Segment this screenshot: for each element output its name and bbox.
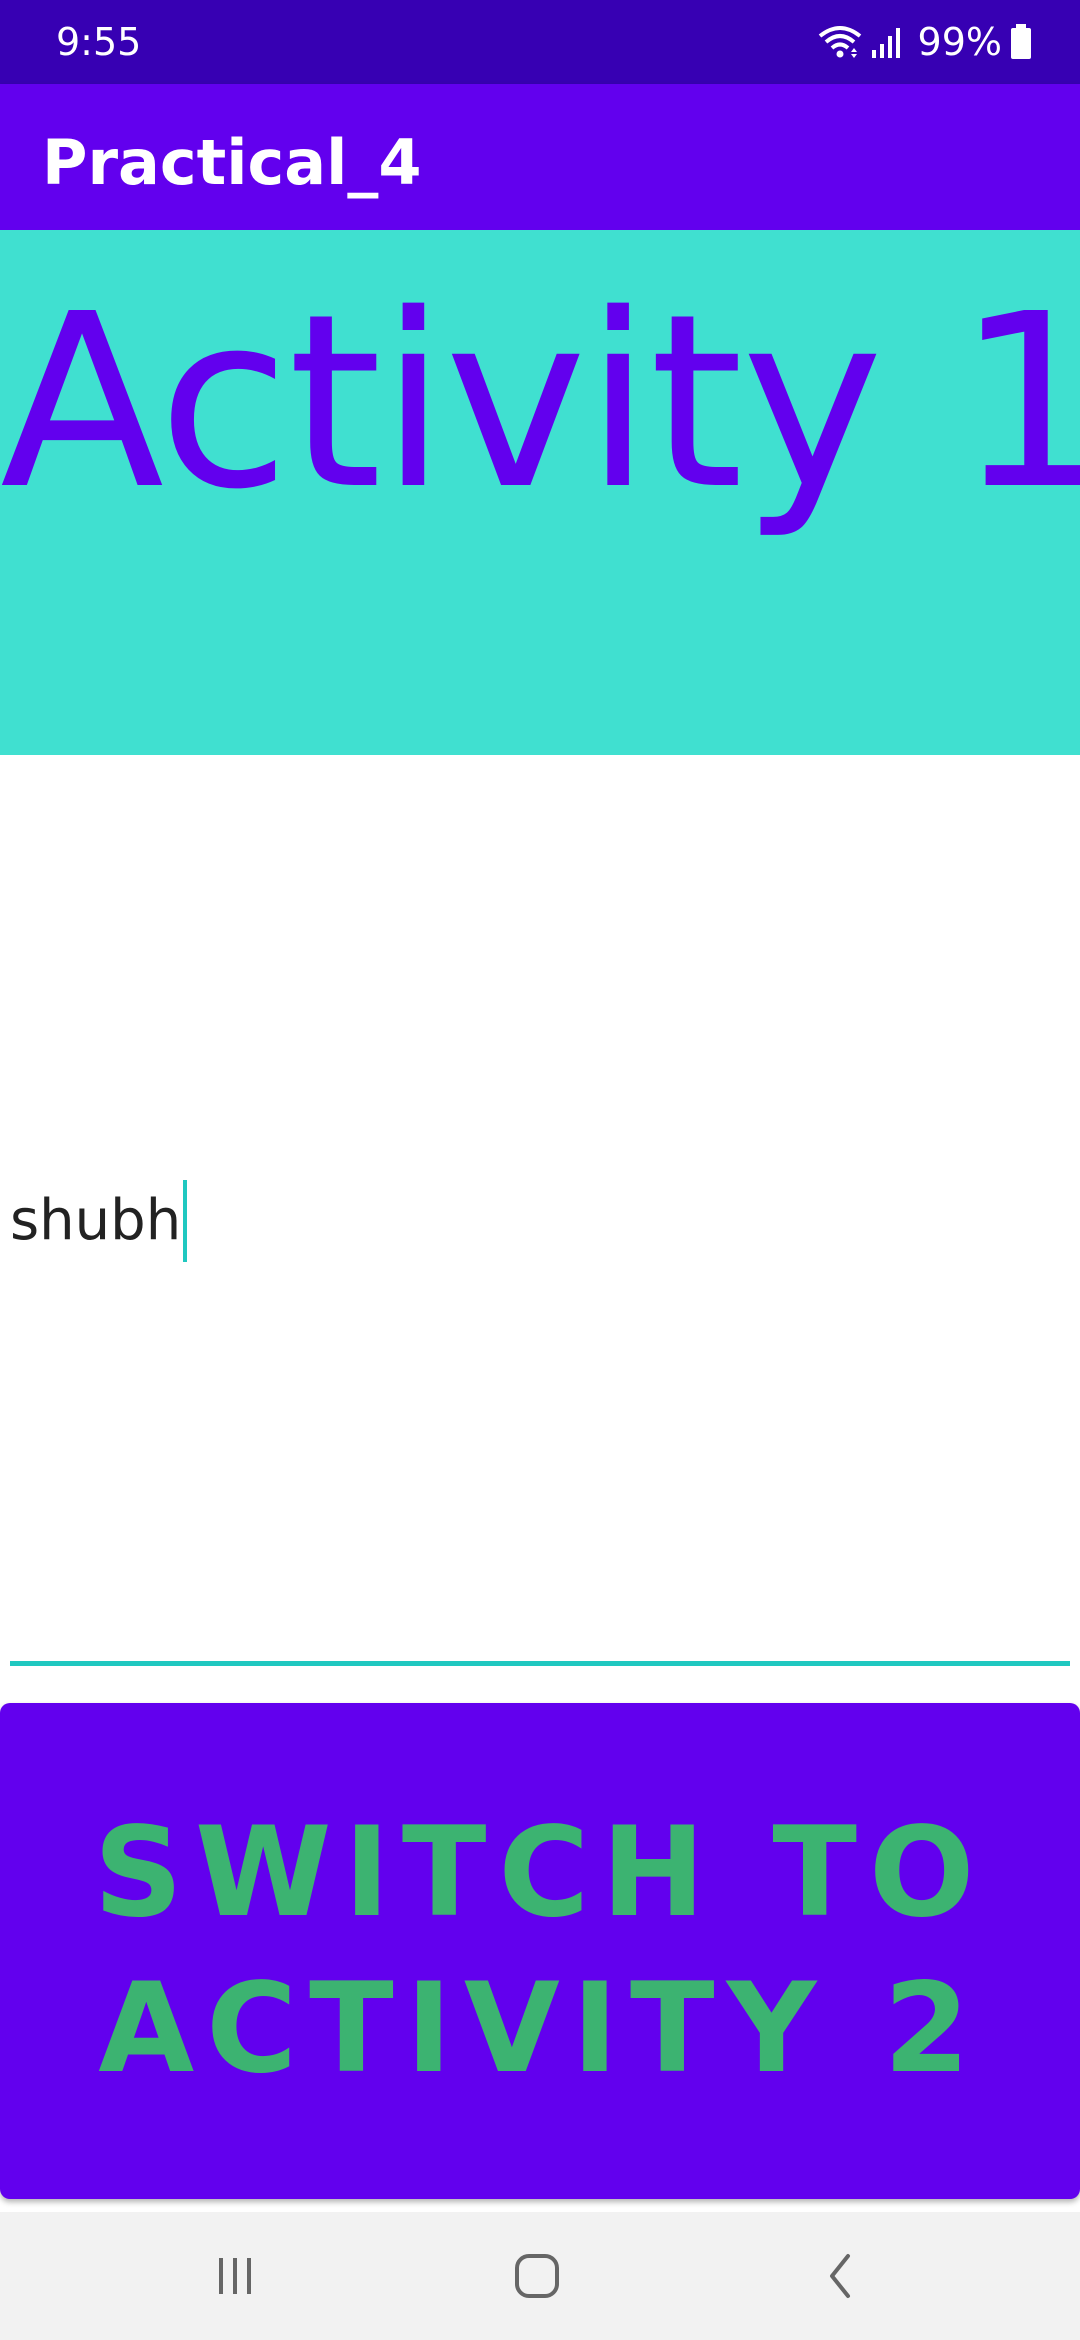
name-input-value: shubh: [10, 1188, 182, 1253]
home-icon[interactable]: [497, 2246, 577, 2306]
status-icons: 99%: [818, 16, 1032, 68]
switch-activity-button[interactable]: SWITCH TO ACTIVITY 2: [0, 1703, 1080, 2199]
app-title: Practical_4: [42, 126, 422, 199]
wifi-icon: [818, 24, 862, 60]
activity-title: Activity 1: [0, 262, 1080, 542]
name-input[interactable]: shubh: [10, 1180, 188, 1262]
battery-icon: [1010, 24, 1032, 60]
battery-percent: 99%: [917, 20, 1002, 64]
status-bar: 9:55 99%: [0, 0, 1080, 84]
input-underline: [10, 1661, 1070, 1666]
signal-icon: [870, 24, 904, 60]
back-icon[interactable]: [800, 2246, 880, 2306]
name-input-container[interactable]: shubh: [0, 755, 1080, 1675]
activity-header: Activity 1: [0, 230, 1080, 755]
app-bar: Practical_4: [0, 84, 1080, 230]
navigation-bar: [0, 2212, 1080, 2340]
status-time: 9:55: [56, 20, 142, 64]
text-cursor: [183, 1180, 188, 1262]
recent-apps-icon[interactable]: [195, 2246, 275, 2306]
switch-activity-label: SWITCH TO ACTIVITY 2: [93, 1801, 987, 2101]
